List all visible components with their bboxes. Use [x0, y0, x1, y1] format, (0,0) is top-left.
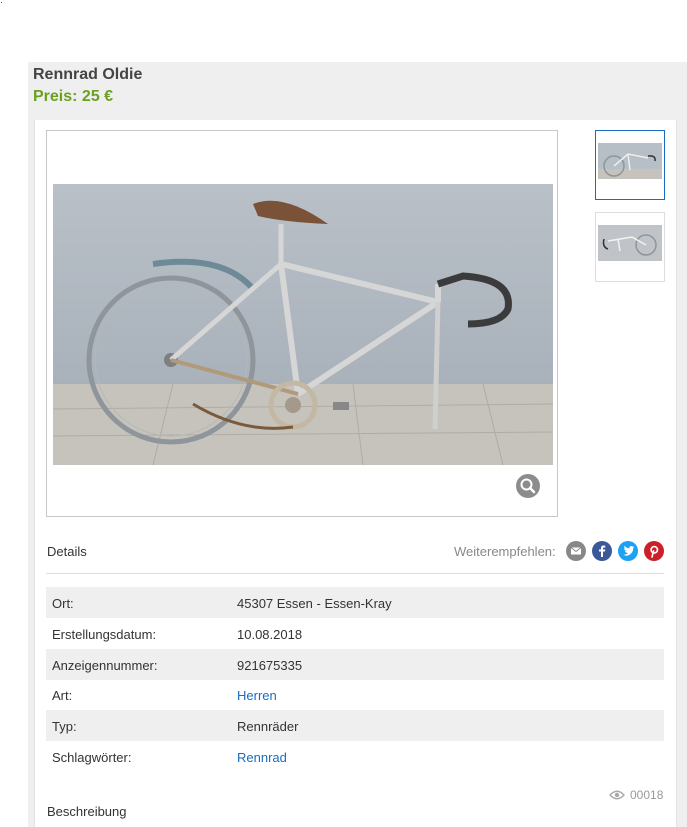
listing-card: Details Weiterempfehlen: Ort: 45307 Esse… [34, 120, 677, 827]
main-photo[interactable] [53, 184, 553, 465]
detail-key: Erstellungsdatum: [52, 627, 157, 642]
detail-value: Rennräder [237, 719, 299, 734]
detail-row-anzeigennummer: Anzeigennummer: 921675335 [46, 649, 664, 680]
email-icon[interactable] [566, 541, 586, 561]
page-marker [1, 2, 2, 3]
detail-key: Typ: [52, 719, 77, 734]
art-link[interactable]: Herren [237, 688, 277, 703]
details-divider [46, 573, 664, 574]
detail-row-ort: Ort: 45307 Essen - Essen-Kray [46, 587, 664, 618]
share-label: Weiterempfehlen: [454, 544, 556, 559]
tag-link[interactable]: Rennrad [237, 750, 287, 765]
listing-price: Preis: 25 € [33, 88, 114, 105]
detail-row-art: Art: Herren [46, 679, 664, 710]
detail-value: 10.08.2018 [237, 627, 303, 642]
listing-panel: Rennrad Oldie Preis: 25 € Details Weiter… [28, 62, 687, 827]
detail-key: Art: [52, 688, 73, 703]
detail-row-schlagwoerter: Schlagwörter: Rennrad [46, 741, 664, 772]
twitter-icon[interactable] [618, 541, 638, 561]
detail-key: Schlagwörter: [52, 750, 132, 765]
pinterest-icon[interactable] [644, 541, 664, 561]
facebook-icon[interactable] [592, 541, 612, 561]
detail-value: 45307 Essen - Essen-Kray [237, 596, 392, 611]
detail-key: Anzeigennummer: [52, 658, 158, 673]
magnifier-icon[interactable] [516, 474, 540, 498]
thumbnail-2[interactable] [595, 212, 665, 282]
thumbnail-1[interactable] [595, 130, 665, 200]
detail-key: Ort: [52, 596, 74, 611]
detail-row-erstellungsdatum: Erstellungsdatum: 10.08.2018 [46, 618, 664, 649]
listing-title: Rennrad Oldie [33, 66, 143, 83]
eye-icon [609, 790, 625, 800]
details-heading: Details [47, 544, 87, 559]
description-heading: Beschreibung [47, 804, 127, 819]
detail-row-typ: Typ: Rennräder [46, 710, 664, 741]
image-viewer[interactable] [46, 130, 558, 517]
view-count: 00018 [630, 788, 664, 802]
detail-value: 921675335 [237, 658, 303, 673]
